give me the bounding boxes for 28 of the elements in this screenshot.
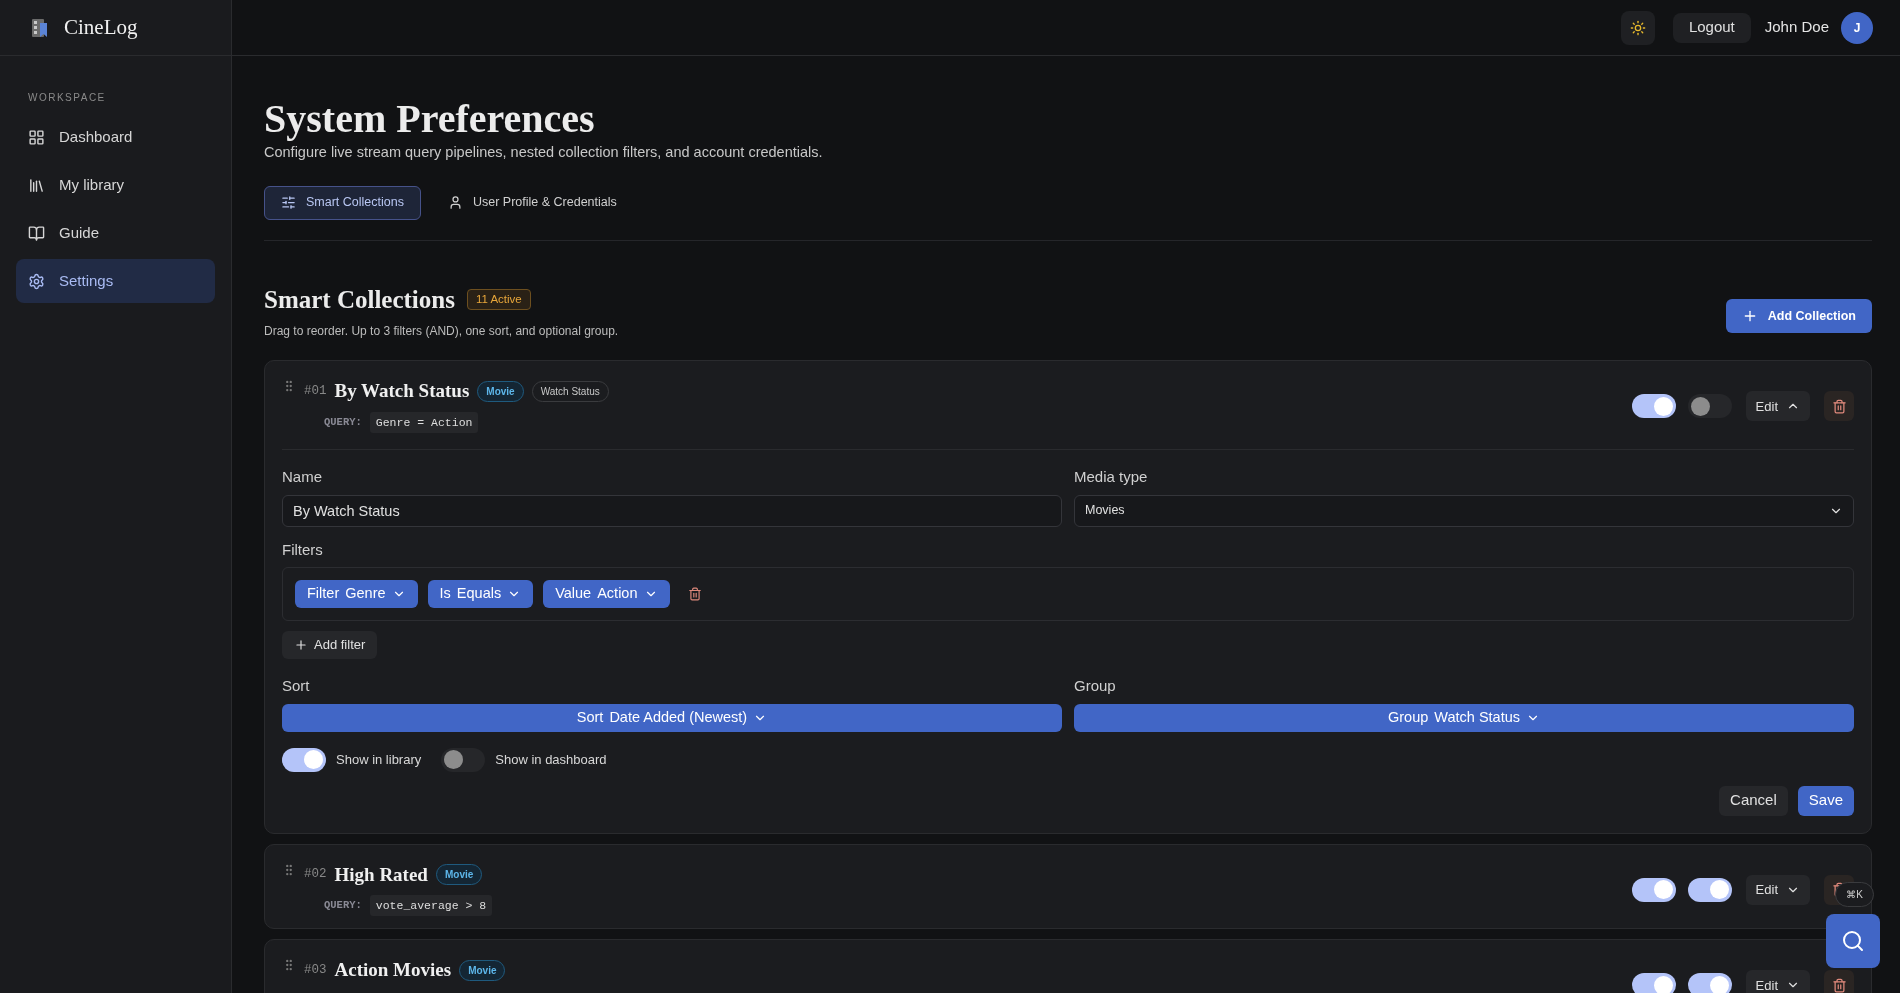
field-label: Media type [1074, 467, 1149, 487]
app-name: CineLog [64, 13, 138, 41]
collection-number: #03 [304, 962, 327, 980]
collection-number: #02 [304, 866, 327, 884]
active-badge: 11 Active [466, 288, 531, 311]
field-label: Name [282, 467, 323, 487]
page-subtitle: Configure live stream query pipelines, nested collection filters, and account credentials. [264, 143, 824, 162]
user-name: John Doe [1764, 17, 1829, 38]
collection-title: Action Movies [334, 958, 452, 983]
tag: Movie [459, 960, 506, 981]
field-label: Filters [282, 539, 323, 560]
query-label: QUERY: [324, 414, 362, 430]
section-hint: Drag to reorder. Up to 3 filters (AND), one sort, and optional group. [264, 323, 619, 341]
field-label: Group [1074, 676, 1116, 696]
query-label: QUERY: [324, 897, 362, 913]
toggle-label: Show in dashboard [495, 750, 607, 769]
collection-title: High Rated [334, 862, 428, 887]
query-code: Genre = Action [369, 411, 479, 433]
section-label: WORKSPACE [27, 91, 107, 105]
tag: Movie [435, 864, 483, 886]
field-label: Sort [282, 676, 310, 696]
toggle-label: Show in library [336, 750, 422, 769]
collection-title: By Watch Status [334, 379, 470, 404]
query-code: vote_average > 8 [369, 895, 493, 917]
section-title: Smart Collections [264, 284, 455, 315]
page-title: System Preferences [264, 96, 596, 142]
tag: Movie [477, 381, 524, 402]
collection-number: #01 [304, 383, 327, 401]
